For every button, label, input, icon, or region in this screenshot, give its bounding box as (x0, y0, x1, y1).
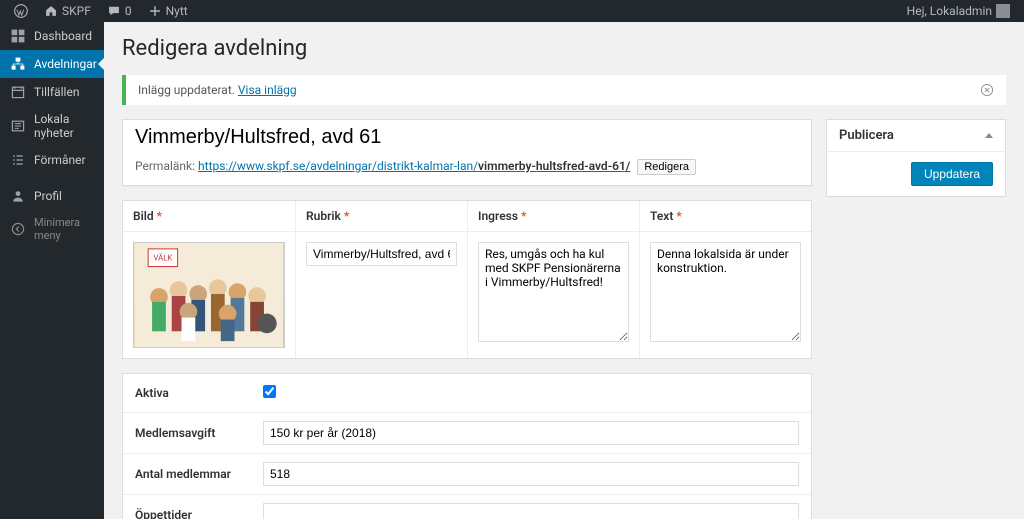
calendar-icon (10, 84, 26, 100)
sitemap-icon (10, 56, 26, 72)
crowd-icon: VÄLK (134, 243, 284, 347)
plus-icon (148, 4, 162, 18)
meta-label-antal: Antal medlemmar (123, 455, 263, 493)
collapse-icon (10, 221, 26, 237)
antal-input[interactable] (263, 462, 799, 486)
admin-toolbar: SKPF 0 Nytt Hej, Lokaladmin (0, 0, 1024, 22)
new-link[interactable]: Nytt (142, 4, 194, 18)
image-thumbnail[interactable]: VÄLK (133, 242, 285, 348)
meta-fields: Aktiva Medlemsavgift Antal medlemmar Öpp… (122, 373, 812, 519)
main-content: Redigera avdelning Inlägg uppdaterat. Vi… (104, 22, 1024, 519)
sidebar-item-formaner[interactable]: Förmåner (0, 146, 104, 174)
dashboard-icon (10, 28, 26, 44)
notice-text: Inlägg uppdaterat. (138, 83, 238, 97)
permalink-row: Permalänk: https://www.skpf.se/avdelning… (123, 155, 811, 185)
publish-title: Publicera (839, 128, 894, 143)
new-label: Nytt (166, 4, 188, 18)
home-icon (44, 4, 58, 18)
comment-icon (107, 4, 121, 18)
sidebar-item-avdelningar[interactable]: Avdelningar (0, 50, 104, 78)
notice-link[interactable]: Visa inlägg (238, 83, 297, 97)
field-label-ingress: Ingress (478, 209, 518, 223)
sidebar-item-minimera[interactable]: Minimera meny (0, 210, 104, 248)
meta-label-aktiva: Aktiva (123, 374, 263, 412)
aktiva-checkbox[interactable] (263, 385, 276, 398)
oppet-input[interactable] (263, 503, 799, 519)
wordpress-icon (14, 4, 28, 18)
avgift-input[interactable] (263, 421, 799, 445)
sidebar-item-label: Lokala nyheter (34, 112, 94, 140)
greeting: Hej, Lokaladmin (907, 4, 992, 18)
avatar (996, 4, 1010, 18)
field-label-rubrik: Rubrik (306, 209, 341, 223)
site-link[interactable]: SKPF (38, 4, 97, 18)
dismiss-icon[interactable] (980, 83, 994, 97)
sidebar-item-dashboard[interactable]: Dashboard (0, 22, 104, 50)
sidebar-item-label: Avdelningar (34, 57, 97, 71)
title-box: Permalänk: https://www.skpf.se/avdelning… (122, 119, 812, 186)
wp-logo[interactable] (8, 4, 34, 18)
meta-label-oppet: Öppettider (123, 496, 263, 519)
account-link[interactable]: Hej, Lokaladmin (901, 4, 1016, 18)
site-name: SKPF (62, 4, 91, 18)
news-icon (10, 118, 26, 134)
sidebar-item-label: Tillfällen (34, 85, 79, 99)
meta-label-avgift: Medlemsavgift (123, 414, 263, 452)
field-label-text: Text (650, 209, 673, 223)
update-notice: Inlägg uppdaterat. Visa inlägg (122, 75, 1006, 105)
admin-sidebar: Dashboard Avdelningar Tillfällen Lokala … (0, 22, 104, 519)
comments-link[interactable]: 0 (101, 4, 138, 18)
svg-text:VÄLK: VÄLK (153, 254, 172, 263)
page-title: Redigera avdelning (122, 36, 1006, 61)
sidebar-item-label: Minimera meny (34, 216, 94, 242)
comments-count: 0 (125, 4, 132, 18)
sidebar-item-profil[interactable]: Profil (0, 182, 104, 210)
list-icon (10, 152, 26, 168)
publish-box: Publicera Uppdatera (826, 119, 1006, 197)
permalink-link[interactable]: https://www.skpf.se/avdelningar/distrikt… (198, 159, 630, 173)
update-button[interactable]: Uppdatera (911, 162, 993, 186)
sidebar-item-label: Profil (34, 189, 62, 203)
text-textarea[interactable] (650, 242, 801, 342)
content-fields: Bild * VÄLK (122, 200, 812, 359)
sidebar-item-tillfallen[interactable]: Tillfällen (0, 78, 104, 106)
permalink-edit-button[interactable]: Redigera (637, 159, 696, 175)
ingress-textarea[interactable] (478, 242, 629, 342)
title-input[interactable] (123, 120, 811, 155)
sidebar-item-lokala[interactable]: Lokala nyheter (0, 106, 104, 146)
field-label-bild: Bild (133, 209, 154, 223)
rubrik-input[interactable] (306, 242, 457, 266)
sidebar-item-label: Dashboard (34, 29, 92, 43)
collapse-icon[interactable] (985, 133, 993, 138)
permalink-label: Permalänk: (135, 159, 195, 173)
user-icon (10, 188, 26, 204)
sidebar-item-label: Förmåner (34, 153, 86, 167)
